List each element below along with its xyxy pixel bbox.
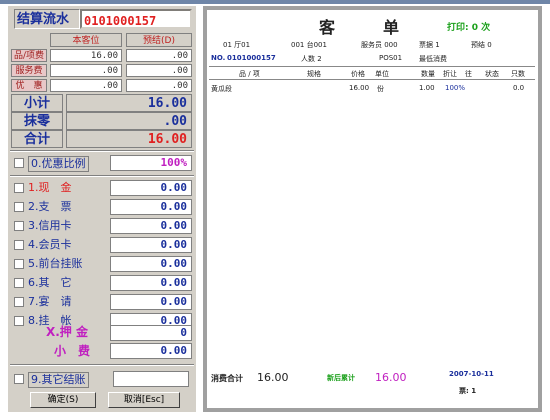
title-bar	[0, 0, 550, 4]
subtotal-value: 16.00	[66, 94, 192, 112]
table-number: 001 台001	[291, 41, 327, 49]
payment-checkbox-cash[interactable]	[14, 183, 24, 193]
divider	[10, 175, 194, 177]
item-price: 16.00	[349, 84, 370, 92]
receipt-date: 2007-10-11	[449, 370, 494, 378]
total-consumption-label: 消费合计	[211, 374, 243, 383]
payment-input-check[interactable]: 0.00	[110, 199, 192, 215]
item-unit: 份	[377, 85, 384, 93]
payment-checkbox-credit-card[interactable]	[14, 221, 24, 231]
payment-label-banquet: 7.宴 请	[28, 295, 72, 308]
header-status: 状态	[485, 70, 499, 78]
payment-input-other[interactable]: 0.00	[110, 275, 192, 291]
pos-terminal: POS01	[379, 54, 403, 62]
payment-label-front-desk: 5.前台挂账	[28, 257, 83, 270]
other-settlement-input[interactable]	[113, 371, 189, 387]
item-qty: 1.00	[419, 84, 435, 92]
item-name: 黄瓜段	[211, 85, 232, 93]
receipt-paper: 客 单 打印: 0 次 01 厅01 001 台001 服务员 000 票据 1…	[207, 10, 538, 408]
receipt-no: 0101000157	[227, 54, 276, 62]
ticket-count: 票: 1	[459, 387, 477, 395]
payment-input-member-card[interactable]: 0.00	[110, 237, 192, 253]
deposit-input[interactable]: 0	[110, 325, 192, 341]
service-current-value: .00	[50, 64, 122, 77]
payment-checkbox-check[interactable]	[14, 202, 24, 212]
cancel-button[interactable]: 取消[Esc]	[108, 392, 180, 408]
new-total-label: 新后累计	[327, 374, 355, 382]
total-value: 16.00	[66, 130, 192, 148]
service-predict-value: .00	[126, 64, 192, 77]
prepay-count: 预结 0	[471, 41, 492, 49]
payment-checkbox-member-card[interactable]	[14, 240, 24, 250]
discount-ratio-checkbox[interactable]	[14, 158, 24, 168]
payment-input-credit-card[interactable]: 0.00	[110, 218, 192, 234]
receipt-title: 客 单	[319, 18, 400, 37]
discount-predict-value: .00	[126, 79, 192, 92]
total-label: 合计	[11, 130, 63, 148]
header-qty: 数量	[421, 70, 435, 78]
subtotal-label: 小计	[11, 94, 63, 112]
header-discount: 折让	[443, 70, 457, 78]
deposit-label: X.押 金	[46, 325, 88, 339]
payment-label-cash: 1.现 金	[28, 181, 72, 194]
payment-input-cash[interactable]: 0.00	[110, 180, 192, 196]
other-settlement-checkbox[interactable]	[14, 374, 24, 384]
item-discount: 100%	[445, 84, 466, 92]
serial-number-field[interactable]: 0101000157	[80, 9, 192, 29]
settlement-panel: 结算流水 0101000157 本客位 预结(D) 品/项费 16.00 .00…	[8, 6, 196, 412]
header-unit: 单位	[375, 70, 389, 78]
column-header-predict: 预结(D)	[126, 33, 192, 47]
payment-checkbox-front-desk[interactable]	[14, 259, 24, 269]
confirm-button[interactable]: 确定(S)	[30, 392, 96, 408]
divider	[10, 150, 194, 152]
waiter: 服务员 000	[361, 41, 398, 49]
items-current-value: 16.00	[50, 49, 122, 62]
tip-input[interactable]: 0.00	[110, 343, 192, 359]
minimum-charge: 最低消费	[419, 55, 447, 63]
print-count: 打印: 0 次	[447, 23, 491, 33]
header-item: 品 / 项	[239, 70, 260, 78]
items-predict-value: .00	[126, 49, 192, 62]
zero-off-label: 抹零	[11, 112, 63, 130]
payment-label-check: 2.支 票	[28, 200, 72, 213]
discount-current-value: .00	[50, 79, 122, 92]
tip-label: 小 费	[54, 344, 91, 358]
header-price: 价格	[351, 70, 365, 78]
column-header-current: 本客位	[50, 33, 122, 47]
row-label-service: 服务费	[11, 64, 47, 77]
other-settlement-label: 9.其它结账	[28, 372, 89, 388]
row-label-discount: 优 惠	[11, 79, 47, 92]
discount-ratio-label: 0.优惠比例	[28, 156, 89, 172]
total-consumption-value: 16.00	[257, 371, 289, 384]
zero-off-value: .00	[66, 112, 192, 130]
serial-label: 结算流水	[14, 9, 80, 29]
payment-input-front-desk[interactable]: 0.00	[110, 256, 192, 272]
header-count: 只数	[511, 70, 525, 78]
hall: 01 厅01	[223, 41, 251, 49]
payment-label-member-card: 4.会员卡	[28, 238, 72, 251]
payment-label-credit-card: 3.信用卡	[28, 219, 72, 232]
divider	[10, 364, 194, 366]
payment-checkbox-other[interactable]	[14, 278, 24, 288]
table-header: 品 / 项 规格 价格 单位 数量 折让 往 状态 只数	[209, 66, 535, 80]
receipt-no-label: NO.	[211, 54, 226, 62]
payment-input-banquet[interactable]: 0.00	[110, 294, 192, 310]
item-count: 0.0	[513, 84, 525, 92]
receipt-panel: 客 单 打印: 0 次 01 厅01 001 台001 服务员 000 票据 1…	[203, 6, 542, 412]
ticket-number: 票据 1	[419, 41, 440, 49]
people-count: 人数 2	[301, 55, 322, 63]
table-row[interactable]: 黄瓜段 16.00 份 1.00 100% 0.0	[209, 82, 535, 94]
payment-label-other: 6.其 它	[28, 276, 72, 289]
payment-checkbox-banquet[interactable]	[14, 297, 24, 307]
header-spec: 规格	[307, 70, 321, 78]
new-total-value: 16.00	[375, 371, 407, 384]
header-go: 往	[465, 70, 472, 78]
discount-ratio-input[interactable]: 100%	[110, 155, 192, 171]
row-label-items: 品/项费	[11, 49, 47, 62]
payment-checkbox-on-account[interactable]	[14, 316, 24, 326]
